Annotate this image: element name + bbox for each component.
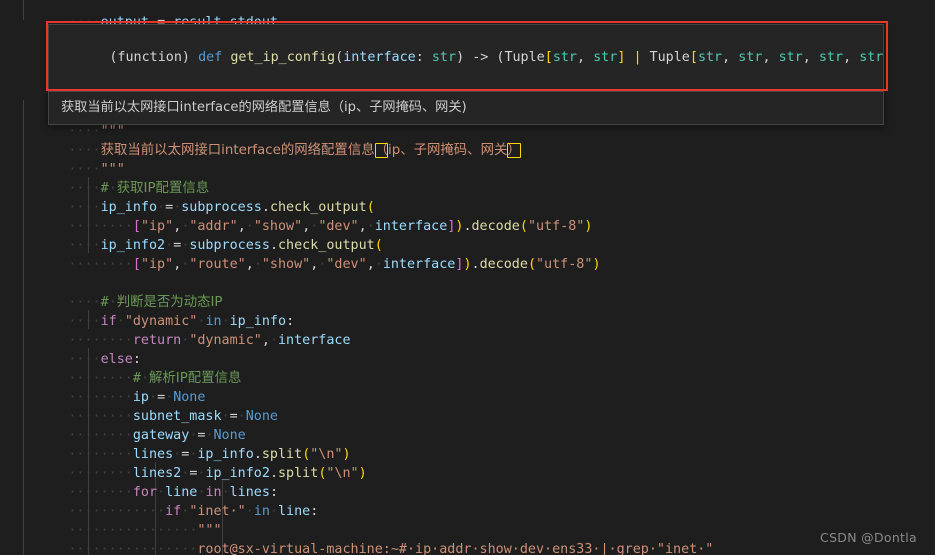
token-string: "utf-8" — [527, 219, 585, 234]
hover-signature: (function) def get_ip_config(interface: … — [49, 25, 883, 91]
code-line[interactable]: ········return·"dynamic",·interface — [0, 312, 350, 348]
watermark-csdn: CSDN @Dontla — [820, 530, 917, 545]
hover-arrow: -> — [472, 50, 489, 65]
code-line[interactable]: ········["ip",·"addr",·"show",·"dev",·in… — [0, 198, 592, 234]
token-identifier: line — [278, 504, 311, 519]
code-line[interactable]: ········subnet_mask·=·None — [0, 388, 278, 424]
token-identifier: interface — [278, 333, 351, 348]
token-type: str — [593, 50, 618, 65]
token-operator: . — [463, 219, 472, 234]
token-operator: , — [245, 257, 254, 272]
hover-tooltip[interactable]: (function) def get_ip_config(interface: … — [48, 24, 884, 125]
token-operator: , — [843, 50, 860, 65]
whitespace-dots: ···· — [100, 257, 133, 272]
token-docstring-text: ip、子网掩码、网关 — [388, 143, 508, 158]
token-bracket: ( — [527, 257, 536, 272]
token-bracket: [ — [544, 50, 553, 65]
token-bracket: ] — [883, 50, 884, 65]
token-bracket: ) — [592, 257, 601, 272]
token-identifier: interface — [374, 219, 448, 234]
code-line-comment[interactable]: ····#·获取IP配置信息 — [0, 160, 209, 196]
token-bracket: ( — [519, 219, 528, 234]
token-bracket-match-open: （ — [374, 143, 388, 158]
code-line[interactable]: ········lines·=·ip_info.split("\n") — [0, 426, 350, 462]
token-string: "dynamic" — [189, 333, 262, 348]
code-line[interactable]: ················""" — [0, 502, 221, 538]
code-line[interactable]: ········ip·=·None — [0, 369, 205, 405]
token-docstring-text: 获取当前以太网接口interface的网络配置信息 — [100, 143, 375, 158]
code-line[interactable]: ····""" — [0, 141, 124, 177]
whitespace-dots: · — [269, 504, 278, 519]
hover-keyword-def: def — [198, 50, 223, 65]
token-string: "route" — [189, 257, 246, 272]
code-line[interactable]: ········lines2·=·ip_info2.split("\n") — [0, 445, 366, 481]
token-function: decode — [471, 219, 520, 234]
code-line-shell-prompt[interactable]: ················root@sx-virtual-machine:… — [0, 521, 713, 555]
token-type: Tuple — [504, 50, 545, 65]
token-operator: : — [310, 504, 319, 519]
token-bracket: [ — [132, 257, 141, 272]
token-keyword-in: in — [253, 504, 270, 519]
token-operator: , — [366, 257, 375, 272]
hover-function-name: get_ip_config — [230, 50, 336, 65]
token-bracket: ) — [463, 257, 472, 272]
token-operator: Tuple — [641, 50, 690, 65]
token-operator: , — [802, 50, 819, 65]
token-identifier: interface — [382, 257, 456, 272]
code-line-comment[interactable]: ········#·解析IP配置信息 — [0, 350, 241, 386]
token-function: decode — [479, 257, 528, 272]
token-function: split — [278, 466, 319, 481]
token-operator: . — [471, 257, 480, 272]
token-operator: , — [762, 50, 779, 65]
whitespace-dots: · — [253, 257, 262, 272]
code-line[interactable]: ········["ip",·"route",·"show",·"dev",·i… — [0, 236, 600, 272]
token-operator: ( — [488, 50, 505, 65]
token-bracket: ) — [456, 50, 473, 65]
token-type: str — [697, 50, 723, 65]
hover-documentation: 获取当前以太网接口interface的网络配置信息（ip、子网掩码、网关) — [61, 100, 467, 115]
token-type: str — [552, 50, 577, 65]
token-operator: , — [577, 50, 594, 65]
code-line[interactable]: ········gateway·=·None — [0, 407, 245, 443]
token-string: "show" — [261, 257, 311, 272]
code-line[interactable]: ····ip_info2·=·subprocess.check_output( — [0, 217, 382, 253]
token-operator: , — [722, 50, 739, 65]
token-string: "utf-8" — [536, 257, 593, 272]
code-line[interactable]: ····print("======·ifconfig:") — [0, 3, 302, 39]
token-string: "\n" — [326, 466, 359, 481]
token-bracket: ( — [335, 50, 344, 65]
code-line[interactable]: ····ip_info·=·subprocess.check_output( — [0, 179, 374, 215]
hover-space — [190, 50, 198, 65]
token-bracket: [ — [689, 50, 698, 65]
hover-parameter: interface — [343, 50, 416, 65]
code-line[interactable]: ········for·line·in·lines: — [0, 464, 278, 500]
whitespace-dots: · — [374, 257, 383, 272]
token-string: "dev" — [326, 257, 367, 272]
token-bracket-match-close: ） — [507, 143, 521, 158]
token-type: str — [859, 50, 884, 65]
code-line-shell-output[interactable]: ················inet·192.168.1.140/24·br… — [0, 540, 778, 555]
token-type: str — [778, 50, 803, 65]
hover-kind-label: (function) — [109, 50, 190, 65]
token-type: str — [738, 50, 763, 65]
whitespace-dots: ···· — [68, 257, 101, 272]
code-line-comment[interactable]: ····#·判断是否为动态IP — [0, 274, 222, 310]
token-pipe: | — [633, 50, 642, 65]
token-bracket: ) — [358, 466, 367, 481]
token-bracket: ) — [584, 219, 593, 234]
code-editor[interactable]: ····output·=·result.stdout ····print("==… — [0, 0, 935, 555]
code-line[interactable] — [0, 255, 20, 274]
token-none: None — [245, 409, 278, 424]
code-line[interactable]: ············if·"inet·"·in·line: — [0, 483, 318, 519]
token-type: str — [818, 50, 844, 65]
whitespace-dots: · — [245, 504, 254, 519]
code-line[interactable]: ····else: — [0, 331, 141, 367]
hover-parameter-type: str — [431, 50, 457, 65]
token-string: "ip" — [140, 257, 174, 272]
token-operator: , — [261, 333, 270, 348]
whitespace-dots: · — [269, 333, 278, 348]
code-line[interactable]: ····if·"dynamic"·in·ip_info: — [0, 293, 294, 329]
token-operator: : — [415, 50, 432, 65]
